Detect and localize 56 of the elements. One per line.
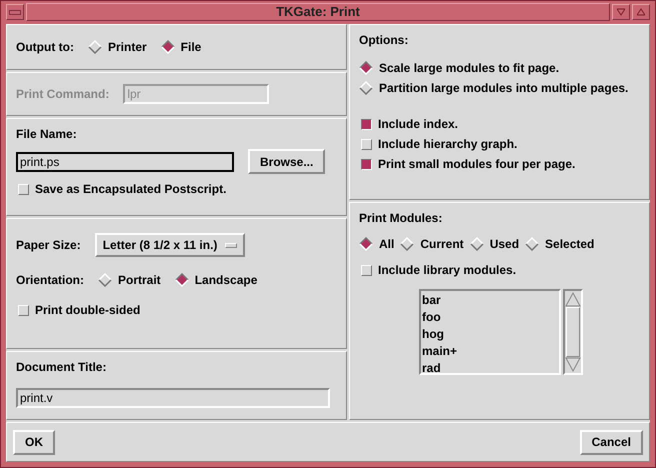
checkbox[interactable]: Save as Encapsulated Postscript. <box>16 182 337 196</box>
maximize-button[interactable] <box>632 4 650 20</box>
ok-button[interactable]: OK <box>13 430 55 454</box>
module-list-item[interactable]: foo <box>422 309 558 326</box>
options-label: Options: <box>359 33 410 47</box>
module-list-item[interactable]: bar <box>422 292 558 309</box>
radio-button[interactable]: File <box>160 40 202 54</box>
down-triangle-icon <box>617 8 625 16</box>
radio-button[interactable]: Selected <box>525 237 594 251</box>
output-label: Output to: <box>16 40 74 54</box>
radio-selected-icon[interactable] <box>160 40 175 54</box>
radio-selected-icon[interactable] <box>359 237 373 251</box>
module-list-item[interactable]: hog <box>422 326 558 343</box>
checkbox[interactable]: Print small modules four per page. <box>359 157 640 171</box>
radio-unselected-icon[interactable] <box>400 237 414 251</box>
radio-unselected-icon[interactable] <box>98 273 112 287</box>
radio-selected-icon[interactable] <box>359 61 373 75</box>
radio-selected-icon[interactable] <box>174 273 189 287</box>
radio-unselected-icon[interactable] <box>470 237 484 251</box>
window-menu-button[interactable] <box>6 4 24 20</box>
scroll-up-icon[interactable] <box>565 291 581 307</box>
scroll-down-icon[interactable] <box>565 357 581 373</box>
paper-size-label: Paper Size: <box>16 238 81 252</box>
checkbox[interactable]: Include hierarchy graph. <box>359 137 640 151</box>
radio-button[interactable]: Printer <box>88 40 147 54</box>
radio-unselected-icon[interactable] <box>359 81 373 95</box>
radio-unselected-icon[interactable] <box>525 237 540 251</box>
module-list-item[interactable]: main+ <box>422 343 558 360</box>
radio-button[interactable]: All <box>359 237 394 251</box>
document-title-label: Document Title: <box>16 360 108 374</box>
window-title: TKGate: Print <box>26 3 610 21</box>
paper-size-dropdown[interactable]: Letter (8 1/2 x 11 in.) <box>94 233 246 257</box>
cancel-button[interactable]: Cancel <box>580 430 643 454</box>
checkbox[interactable]: Include index. <box>359 117 640 131</box>
print-command-label: Print Command: <box>16 87 110 101</box>
radio-button[interactable]: Landscape <box>174 273 258 287</box>
document-title-field[interactable]: print.v <box>16 388 330 408</box>
radio-button[interactable]: Used <box>470 237 520 251</box>
file-name-field[interactable]: print.ps <box>16 152 234 172</box>
file-name-label: File Name: <box>16 127 78 141</box>
checkbox[interactable]: Print double-sided <box>16 303 337 317</box>
radio-button[interactable]: Current <box>400 237 464 251</box>
radio-button[interactable]: Partition large modules into multiple pages. <box>359 81 640 95</box>
radio-button[interactable]: Portrait <box>98 273 161 287</box>
checkbox-square-icon[interactable] <box>361 158 372 170</box>
minimize-button[interactable] <box>612 4 630 20</box>
up-triangle-icon <box>637 8 645 16</box>
print-modules-label: Print Modules: <box>359 211 444 225</box>
checkbox-square-icon[interactable] <box>361 118 372 130</box>
orientation-label: Orientation: <box>16 273 84 287</box>
module-list-item[interactable]: rad <box>422 360 558 377</box>
browse-button[interactable]: Browse... <box>248 149 326 174</box>
scrollbar[interactable] <box>563 289 583 375</box>
radio-unselected-icon[interactable] <box>88 40 102 54</box>
radio-button[interactable]: Scale large modules to fit page. <box>359 61 640 75</box>
checkbox[interactable]: Include library modules. <box>359 263 640 277</box>
